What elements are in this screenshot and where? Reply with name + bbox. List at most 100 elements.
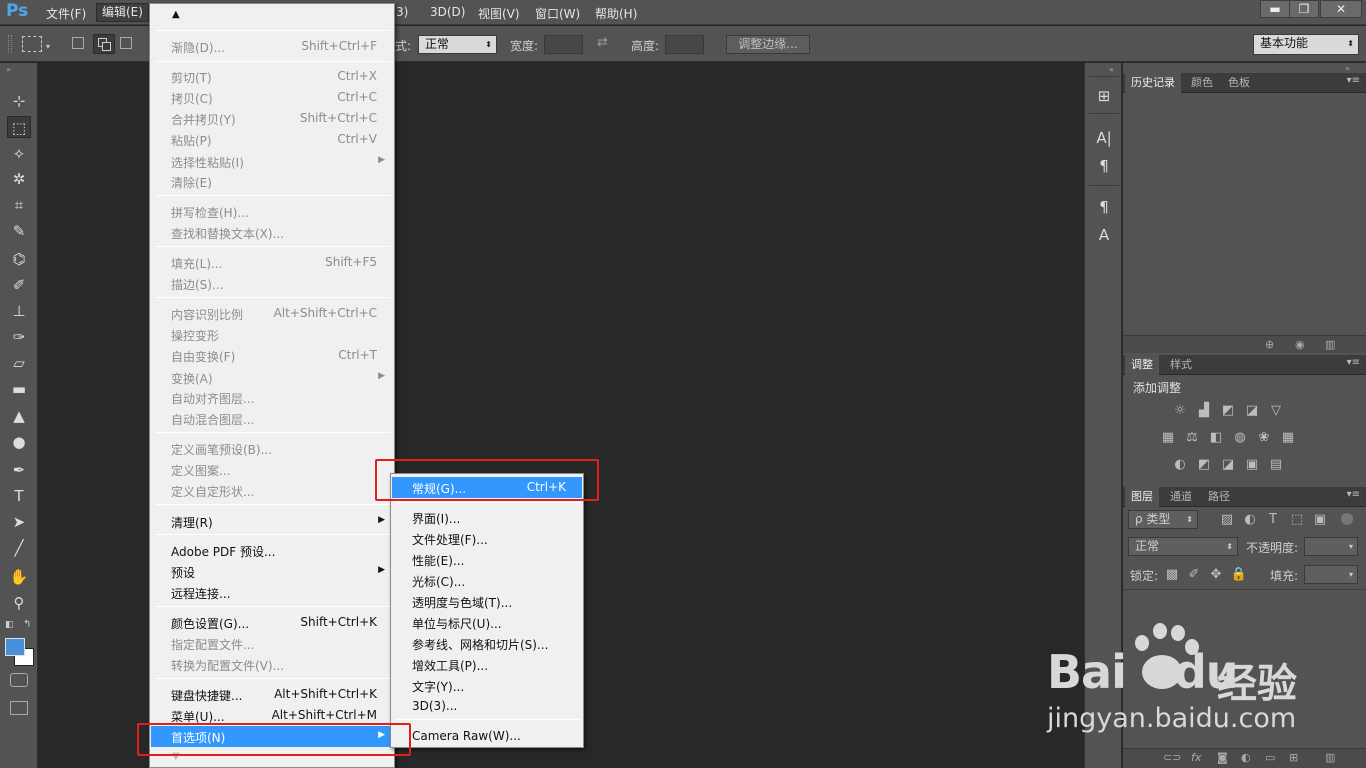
line-tool-icon[interactable]: ╱	[7, 537, 31, 559]
healing-brush-icon[interactable]: ⌬	[7, 248, 31, 270]
menu-item-define-brush[interactable]: 定义画笔预设(B)...	[151, 438, 393, 459]
collapse-icon[interactable]: »	[1345, 64, 1350, 73]
curves-icon[interactable]: ◩	[1219, 402, 1237, 420]
black-white-icon[interactable]: ◧	[1207, 429, 1225, 447]
blur-tool-icon[interactable]: ▲	[7, 405, 31, 427]
history-panel-icon[interactable]: ⊞	[1093, 85, 1115, 107]
submenu-item-cursors[interactable]: 光标(C)...	[392, 570, 582, 591]
menu-item-fill[interactable]: 填充(L)... Shift+F5	[151, 252, 393, 273]
submenu-item-file-handling[interactable]: 文件处理(F)...	[392, 528, 582, 549]
move-tool-icon[interactable]: ⊹	[7, 90, 31, 112]
menu-item-define-pattern[interactable]: 定义图案...	[151, 459, 393, 480]
menu-help[interactable]: 帮助(H)	[595, 5, 637, 22]
brightness-icon[interactable]: ☼	[1171, 402, 1189, 420]
trash-icon[interactable]: ▥	[1325, 751, 1335, 764]
levels-icon[interactable]: ▟	[1195, 402, 1213, 420]
lock-pixels-icon[interactable]: ✐	[1185, 566, 1203, 584]
menu-file[interactable]: 文件(F)	[46, 5, 86, 22]
lock-transparent-icon[interactable]: ▩	[1163, 566, 1181, 584]
vibrance-icon[interactable]: ▽	[1267, 402, 1285, 420]
menu-item-paste-special[interactable]: 选择性粘贴(I) ▶	[151, 151, 393, 172]
menu-item-spell-check[interactable]: 拼写检查(H)...	[151, 201, 393, 222]
menu-item-presets[interactable]: 预设 ▶	[151, 561, 393, 582]
subtract-selection-icon[interactable]	[120, 37, 132, 49]
opacity-input[interactable]: ▾	[1304, 537, 1358, 556]
new-group-icon[interactable]: ▭	[1265, 751, 1275, 764]
selective-color-icon[interactable]: ▣	[1243, 456, 1261, 474]
submenu-item-plugins[interactable]: 增效工具(P)...	[392, 654, 582, 675]
menu-item-auto-blend[interactable]: 自动混合图层...	[151, 408, 393, 429]
minimize-button[interactable]: ▬	[1260, 0, 1290, 18]
filter-shape-icon[interactable]: ⬚	[1288, 511, 1306, 529]
color-balance-icon[interactable]: ⚖	[1183, 429, 1201, 447]
layer-filter-select[interactable]: ρ 类型 ⬍	[1128, 510, 1198, 529]
new-selection-icon[interactable]	[72, 37, 84, 49]
screen-mode-icon[interactable]	[10, 701, 28, 715]
menu-item-copy-merged[interactable]: 合并拷贝(Y) Shift+Ctrl+C	[151, 108, 393, 129]
dodge-tool-icon[interactable]: ●	[7, 431, 31, 453]
menu-item-auto-align[interactable]: 自动对齐图层...	[151, 387, 393, 408]
zoom-tool-icon[interactable]: ⚲	[7, 592, 31, 614]
photo-filter-icon[interactable]: ◍	[1231, 429, 1249, 447]
add-mask-icon[interactable]: ◙	[1217, 751, 1228, 764]
filter-smart-icon[interactable]: ▣	[1311, 511, 1329, 529]
default-colors-icon[interactable]: ◧	[5, 620, 14, 630]
menu-item-paste[interactable]: 粘贴(P) Ctrl+V	[151, 129, 393, 150]
exposure-icon[interactable]: ◪	[1243, 402, 1261, 420]
foreground-color-swatch[interactable]	[5, 638, 25, 656]
filter-adjust-icon[interactable]: ◐	[1241, 511, 1259, 529]
eyedropper-icon[interactable]: ✎	[7, 220, 31, 242]
submenu-item-interface[interactable]: 界面(I)...	[392, 507, 582, 528]
menu-item-keyboard-shortcuts[interactable]: 键盘快捷键... Alt+Shift+Ctrl+K	[151, 684, 393, 705]
channel-mixer-icon[interactable]: ❀	[1255, 429, 1273, 447]
menu-item-content-aware-scale[interactable]: 内容识别比例 Alt+Shift+Ctrl+C	[151, 303, 393, 324]
tab-layers[interactable]: 图层	[1125, 487, 1159, 507]
tab-adjustments[interactable]: 调整	[1125, 355, 1159, 375]
add-selection-button[interactable]	[93, 34, 115, 54]
type-tool-icon[interactable]: T	[7, 485, 31, 507]
submenu-item-camera-raw[interactable]: Camera Raw(W)...	[392, 726, 582, 747]
tab-styles[interactable]: 样式	[1164, 355, 1198, 375]
menu-item-assign-profile[interactable]: 指定配置文件...	[151, 633, 393, 654]
menu-edit[interactable]: 编辑(E)	[96, 3, 149, 22]
restore-button[interactable]: ❐	[1289, 0, 1319, 18]
hand-tool-icon[interactable]: ✋	[7, 566, 31, 588]
menu-item-pdf-presets[interactable]: Adobe PDF 预设...	[151, 540, 393, 561]
paragraph-styles-icon[interactable]: ¶	[1093, 196, 1115, 218]
adjustment-layer-icon[interactable]: ◐	[1241, 751, 1251, 764]
chevron-down-icon[interactable]: ▾	[46, 42, 50, 51]
menu-item-purge[interactable]: 清理(R) ▶	[151, 511, 393, 532]
refine-edge-button[interactable]: 调整边缘...	[726, 35, 810, 54]
menu-item-puppet-warp[interactable]: 操控变形	[151, 324, 393, 345]
lock-all-icon[interactable]: 🔒	[1230, 566, 1248, 584]
path-select-icon[interactable]: ➤	[7, 511, 31, 533]
menu-window[interactable]: 窗口(W)	[535, 5, 580, 22]
magic-wand-icon[interactable]: ✲	[7, 168, 31, 190]
tab-paths[interactable]: 路径	[1202, 487, 1236, 507]
character-panel-icon[interactable]: A|	[1093, 127, 1115, 149]
menu-item-color-settings[interactable]: 颜色设置(G)... Shift+Ctrl+K	[151, 612, 393, 633]
tab-channels[interactable]: 通道	[1164, 487, 1198, 507]
submenu-item-type[interactable]: 文字(Y)...	[392, 675, 582, 696]
swap-colors-icon[interactable]: ↰	[23, 619, 31, 630]
paragraph-panel-icon[interactable]: ¶	[1093, 155, 1115, 177]
submenu-item-performance[interactable]: 性能(E)...	[392, 549, 582, 570]
marquee-tool-icon[interactable]: ⬚	[7, 116, 31, 138]
tab-color[interactable]: 颜色	[1185, 73, 1219, 93]
submenu-item-transparency[interactable]: 透明度与色域(T)...	[392, 591, 582, 612]
gradient-tool-icon[interactable]: ▬	[7, 378, 31, 400]
close-button[interactable]: ✕	[1320, 0, 1362, 18]
menu-item-transform[interactable]: 变换(A) ▶	[151, 367, 393, 388]
snapshot-icon[interactable]: ◉	[1295, 338, 1305, 351]
menu-item-clear[interactable]: 清除(E)	[151, 171, 393, 192]
swap-icon[interactable]: ⇄	[597, 35, 608, 50]
new-document-icon[interactable]: ⊕	[1265, 338, 1274, 351]
filter-toggle-icon[interactable]	[1341, 513, 1353, 525]
style-select[interactable]: 正常 ⬍	[418, 35, 497, 54]
fill-input[interactable]: ▾	[1304, 565, 1358, 584]
height-input[interactable]	[665, 35, 704, 54]
collapse-icon[interactable]: »	[6, 65, 11, 74]
menu-item-fade[interactable]: 渐隐(D)... Shift+Ctrl+F	[151, 36, 393, 57]
menu-item-convert-profile[interactable]: 转换为配置文件(V)...	[151, 654, 393, 675]
menu-item-remote-connections[interactable]: 远程连接...	[151, 582, 393, 603]
